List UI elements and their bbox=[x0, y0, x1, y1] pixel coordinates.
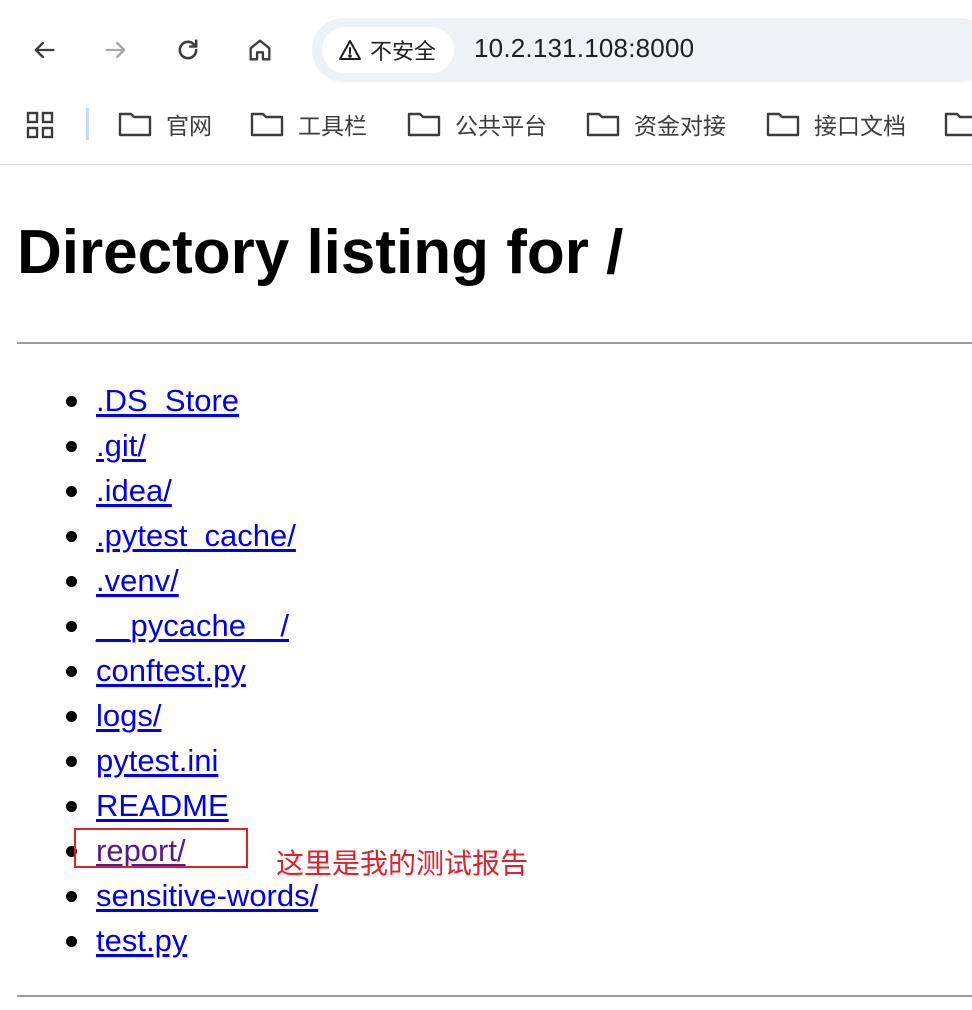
bullet bbox=[66, 666, 77, 677]
bookmark-label: 官网 bbox=[166, 113, 212, 139]
home-button[interactable] bbox=[240, 30, 280, 70]
bottom-divider bbox=[17, 995, 972, 997]
forward-arrow-icon bbox=[105, 41, 126, 59]
folder-icon bbox=[766, 112, 800, 137]
bookmark-folder-1[interactable]: 官网 bbox=[118, 107, 212, 141]
list-item: .idea/ bbox=[0, 473, 318, 518]
folder-icon bbox=[586, 112, 620, 137]
bookmark-folder-3[interactable]: 公共平台 bbox=[407, 107, 547, 141]
bullet bbox=[66, 711, 77, 722]
folder-link[interactable]: __pycache__/ bbox=[96, 608, 289, 643]
security-chip[interactable]: 不安全 bbox=[322, 27, 455, 73]
back-arrow-icon bbox=[34, 41, 55, 59]
apps-grid-icon[interactable] bbox=[26, 111, 54, 139]
bullet bbox=[66, 531, 77, 542]
bullet bbox=[66, 891, 77, 902]
bullet bbox=[66, 936, 77, 947]
bullet bbox=[66, 441, 77, 452]
bookmark-folder-4[interactable]: 资金对接 bbox=[586, 107, 726, 141]
folder-link[interactable]: .pytest_cache/ bbox=[96, 518, 296, 553]
forward-button[interactable] bbox=[96, 30, 136, 70]
list-item: test.py bbox=[0, 923, 318, 968]
folder-link[interactable]: .venv/ bbox=[96, 563, 179, 598]
warning-icon bbox=[339, 40, 361, 60]
bullet bbox=[66, 396, 77, 407]
bullet bbox=[66, 801, 77, 812]
folder-icon bbox=[407, 112, 441, 137]
file-link[interactable]: README bbox=[96, 788, 229, 823]
home-icon bbox=[249, 39, 271, 61]
bullet bbox=[66, 486, 77, 497]
list-item: logs/ bbox=[0, 698, 318, 743]
url-text[interactable]: 10.2.131.108:8000 bbox=[474, 33, 694, 64]
bookmark-label: 接口文档 bbox=[814, 113, 906, 139]
bookmark-folder-2[interactable]: 工具栏 bbox=[250, 107, 367, 141]
list-item: .git/ bbox=[0, 428, 318, 473]
reload-icon bbox=[178, 39, 198, 60]
folder-icon bbox=[250, 112, 284, 137]
bookmark-folder-5[interactable]: 接口文档 bbox=[766, 107, 906, 141]
address-bar[interactable]: 不安全 10.2.131.108:8000 bbox=[312, 18, 972, 82]
list-item: __pycache__/ bbox=[0, 608, 318, 653]
bookmark-label: 工具栏 bbox=[298, 113, 367, 139]
bullet bbox=[66, 576, 77, 587]
annotation-text: 这里是我的测试报告 bbox=[276, 848, 529, 879]
bookmark-folder-overflow[interactable] bbox=[944, 107, 972, 141]
bullet bbox=[66, 621, 77, 632]
list-item: sensitive-words/ bbox=[0, 878, 318, 923]
list-item: .DS_Store bbox=[0, 383, 318, 428]
folder-icon bbox=[118, 112, 152, 137]
annotation-highlight-box bbox=[74, 828, 248, 868]
folder-link[interactable]: sensitive-words/ bbox=[96, 878, 318, 913]
bookmark-label: 资金对接 bbox=[634, 113, 726, 139]
list-item: .venv/ bbox=[0, 563, 318, 608]
top-divider bbox=[17, 342, 972, 344]
folder-link[interactable]: .idea/ bbox=[96, 473, 172, 508]
file-link[interactable]: conftest.py bbox=[96, 653, 246, 688]
folder-link[interactable]: logs/ bbox=[96, 698, 161, 733]
list-item: conftest.py bbox=[0, 653, 318, 698]
bookmarks-bar: 官网 工具栏 公共平台 资金对接 接口文档 bbox=[0, 100, 972, 148]
directory-listing: .DS_Store .git/ .idea/ .pytest_cache/ .v… bbox=[0, 383, 318, 968]
security-label: 不安全 bbox=[370, 39, 437, 64]
file-link[interactable]: pytest.ini bbox=[96, 743, 218, 778]
bookmark-label: 公共平台 bbox=[455, 113, 547, 139]
reload-button[interactable] bbox=[168, 30, 208, 70]
list-item: README bbox=[0, 788, 318, 833]
file-link[interactable]: .DS_Store bbox=[96, 383, 239, 418]
list-item: pytest.ini bbox=[0, 743, 318, 788]
back-button[interactable] bbox=[24, 30, 64, 70]
page-title: Directory listing for / bbox=[17, 218, 624, 287]
bullet bbox=[66, 756, 77, 767]
browser-chrome: 不安全 10.2.131.108:8000 官网 工具栏 公共平台 资金对接 接… bbox=[0, 0, 972, 165]
bookmarks-separator bbox=[86, 108, 89, 140]
file-link[interactable]: test.py bbox=[96, 923, 187, 958]
list-item: .pytest_cache/ bbox=[0, 518, 318, 563]
folder-icon bbox=[944, 112, 972, 137]
folder-link[interactable]: .git/ bbox=[96, 428, 146, 463]
